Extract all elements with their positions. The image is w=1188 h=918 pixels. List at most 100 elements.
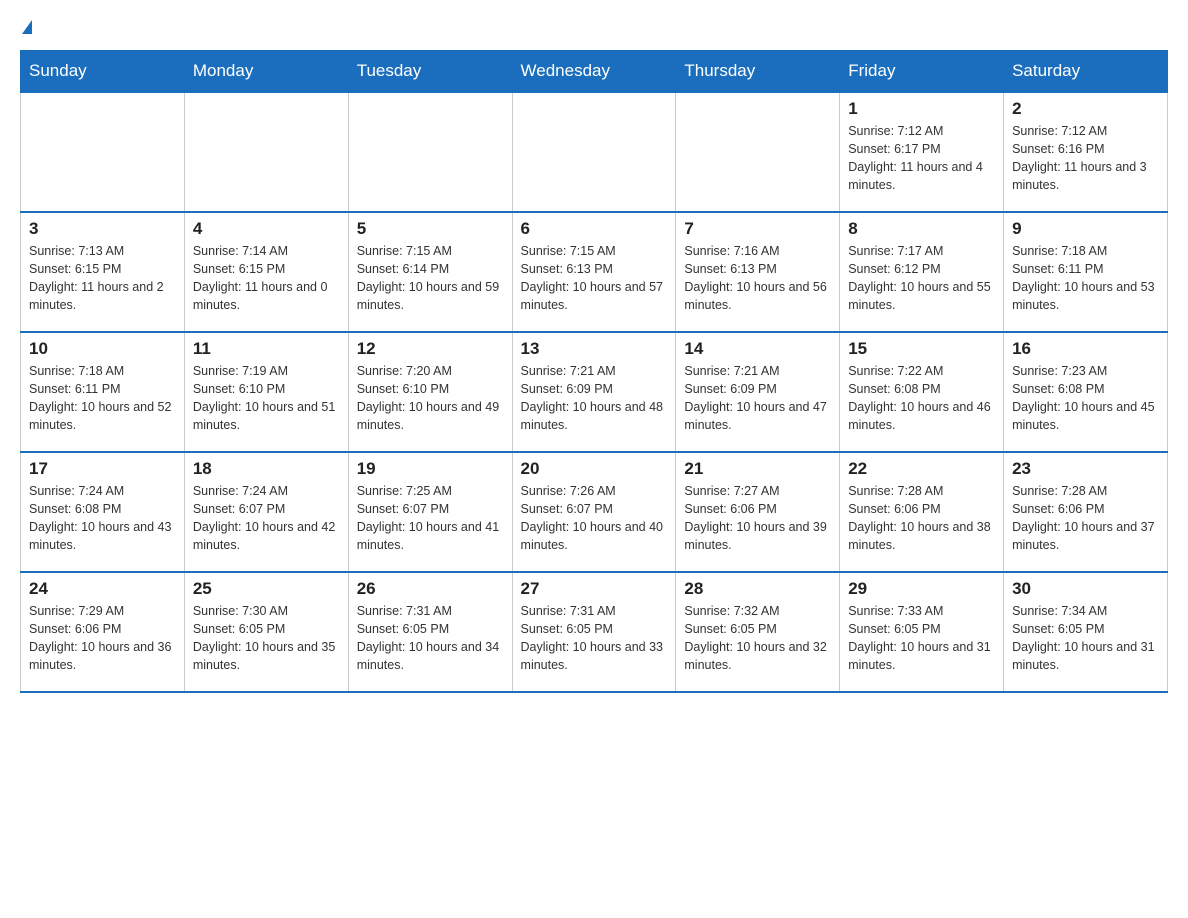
day-number: 6	[521, 219, 668, 239]
day-info: Sunrise: 7:20 AMSunset: 6:10 PMDaylight:…	[357, 362, 504, 435]
calendar-cell: 25 Sunrise: 7:30 AMSunset: 6:05 PMDayligh…	[184, 572, 348, 692]
calendar-cell: 1 Sunrise: 7:12 AMSunset: 6:17 PMDaylight…	[840, 92, 1004, 212]
day-number: 19	[357, 459, 504, 479]
day-info: Sunrise: 7:21 AMSunset: 6:09 PMDaylight:…	[521, 362, 668, 435]
day-info: Sunrise: 7:16 AMSunset: 6:13 PMDaylight:…	[684, 242, 831, 315]
week-row-4: 24 Sunrise: 7:29 AMSunset: 6:06 PMDayligh…	[21, 572, 1168, 692]
weekday-header-thursday: Thursday	[676, 51, 840, 93]
calendar-cell	[512, 92, 676, 212]
calendar-cell: 12 Sunrise: 7:20 AMSunset: 6:10 PMDayligh…	[348, 332, 512, 452]
calendar-cell	[348, 92, 512, 212]
day-number: 28	[684, 579, 831, 599]
calendar-cell: 13 Sunrise: 7:21 AMSunset: 6:09 PMDayligh…	[512, 332, 676, 452]
weekday-header-saturday: Saturday	[1004, 51, 1168, 93]
day-info: Sunrise: 7:28 AMSunset: 6:06 PMDaylight:…	[848, 482, 995, 555]
calendar-cell: 30 Sunrise: 7:34 AMSunset: 6:05 PMDayligh…	[1004, 572, 1168, 692]
calendar-cell: 8 Sunrise: 7:17 AMSunset: 6:12 PMDaylight…	[840, 212, 1004, 332]
day-number: 11	[193, 339, 340, 359]
day-info: Sunrise: 7:18 AMSunset: 6:11 PMDaylight:…	[29, 362, 176, 435]
calendar-cell	[21, 92, 185, 212]
day-number: 4	[193, 219, 340, 239]
calendar-cell: 17 Sunrise: 7:24 AMSunset: 6:08 PMDayligh…	[21, 452, 185, 572]
day-info: Sunrise: 7:12 AMSunset: 6:17 PMDaylight:…	[848, 122, 995, 195]
calendar-cell: 6 Sunrise: 7:15 AMSunset: 6:13 PMDaylight…	[512, 212, 676, 332]
day-info: Sunrise: 7:30 AMSunset: 6:05 PMDaylight:…	[193, 602, 340, 675]
day-number: 5	[357, 219, 504, 239]
calendar-cell: 7 Sunrise: 7:16 AMSunset: 6:13 PMDaylight…	[676, 212, 840, 332]
calendar-cell: 16 Sunrise: 7:23 AMSunset: 6:08 PMDayligh…	[1004, 332, 1168, 452]
calendar-cell: 4 Sunrise: 7:14 AMSunset: 6:15 PMDaylight…	[184, 212, 348, 332]
calendar-cell: 20Sunrise: 7:26 AMSunset: 6:07 PMDayligh…	[512, 452, 676, 572]
day-info: Sunrise: 7:19 AMSunset: 6:10 PMDaylight:…	[193, 362, 340, 435]
day-info: Sunrise: 7:25 AMSunset: 6:07 PMDaylight:…	[357, 482, 504, 555]
day-number: 13	[521, 339, 668, 359]
day-info: Sunrise: 7:29 AMSunset: 6:06 PMDaylight:…	[29, 602, 176, 675]
calendar-cell: 14Sunrise: 7:21 AMSunset: 6:09 PMDayligh…	[676, 332, 840, 452]
weekday-header-tuesday: Tuesday	[348, 51, 512, 93]
week-row-0: 1 Sunrise: 7:12 AMSunset: 6:17 PMDaylight…	[21, 92, 1168, 212]
calendar-cell: 5 Sunrise: 7:15 AMSunset: 6:14 PMDaylight…	[348, 212, 512, 332]
day-info: Sunrise: 7:27 AMSunset: 6:06 PMDaylight:…	[684, 482, 831, 555]
page-header	[20, 20, 1168, 34]
weekday-header-sunday: Sunday	[21, 51, 185, 93]
day-number: 27	[521, 579, 668, 599]
day-number: 26	[357, 579, 504, 599]
day-number: 22	[848, 459, 995, 479]
calendar-cell: 15Sunrise: 7:22 AMSunset: 6:08 PMDayligh…	[840, 332, 1004, 452]
day-info: Sunrise: 7:32 AMSunset: 6:05 PMDaylight:…	[684, 602, 831, 675]
calendar-cell	[676, 92, 840, 212]
week-row-1: 3Sunrise: 7:13 AMSunset: 6:15 PMDaylight…	[21, 212, 1168, 332]
logo-triangle-icon	[22, 20, 32, 34]
day-number: 9	[1012, 219, 1159, 239]
day-info: Sunrise: 7:26 AMSunset: 6:07 PMDaylight:…	[521, 482, 668, 555]
day-info: Sunrise: 7:31 AMSunset: 6:05 PMDaylight:…	[357, 602, 504, 675]
day-number: 2	[1012, 99, 1159, 119]
calendar-cell: 26 Sunrise: 7:31 AMSunset: 6:05 PMDayligh…	[348, 572, 512, 692]
day-number: 23	[1012, 459, 1159, 479]
weekday-header-monday: Monday	[184, 51, 348, 93]
weekday-header-row: SundayMondayTuesdayWednesdayThursdayFrid…	[21, 51, 1168, 93]
day-number: 8	[848, 219, 995, 239]
day-info: Sunrise: 7:15 AMSunset: 6:13 PMDaylight:…	[521, 242, 668, 315]
day-info: Sunrise: 7:33 AMSunset: 6:05 PMDaylight:…	[848, 602, 995, 675]
day-number: 12	[357, 339, 504, 359]
day-info: Sunrise: 7:24 AMSunset: 6:07 PMDaylight:…	[193, 482, 340, 555]
day-info: Sunrise: 7:34 AMSunset: 6:05 PMDaylight:…	[1012, 602, 1159, 675]
calendar-cell: 3Sunrise: 7:13 AMSunset: 6:15 PMDaylight…	[21, 212, 185, 332]
logo	[20, 20, 32, 34]
day-number: 3	[29, 219, 176, 239]
calendar-cell: 23Sunrise: 7:28 AMSunset: 6:06 PMDayligh…	[1004, 452, 1168, 572]
calendar-cell: 2Sunrise: 7:12 AMSunset: 6:16 PMDaylight…	[1004, 92, 1168, 212]
day-info: Sunrise: 7:15 AMSunset: 6:14 PMDaylight:…	[357, 242, 504, 315]
day-number: 29	[848, 579, 995, 599]
calendar-cell	[184, 92, 348, 212]
calendar-cell: 10 Sunrise: 7:18 AMSunset: 6:11 PMDayligh…	[21, 332, 185, 452]
day-info: Sunrise: 7:21 AMSunset: 6:09 PMDaylight:…	[684, 362, 831, 435]
day-info: Sunrise: 7:17 AMSunset: 6:12 PMDaylight:…	[848, 242, 995, 315]
day-info: Sunrise: 7:24 AMSunset: 6:08 PMDaylight:…	[29, 482, 176, 555]
day-info: Sunrise: 7:18 AMSunset: 6:11 PMDaylight:…	[1012, 242, 1159, 315]
day-number: 24	[29, 579, 176, 599]
day-info: Sunrise: 7:23 AMSunset: 6:08 PMDaylight:…	[1012, 362, 1159, 435]
day-number: 25	[193, 579, 340, 599]
calendar-cell: 21 Sunrise: 7:27 AMSunset: 6:06 PMDayligh…	[676, 452, 840, 572]
calendar-cell: 28 Sunrise: 7:32 AMSunset: 6:05 PMDayligh…	[676, 572, 840, 692]
calendar-cell: 27 Sunrise: 7:31 AMSunset: 6:05 PMDayligh…	[512, 572, 676, 692]
day-number: 18	[193, 459, 340, 479]
calendar-cell: 9 Sunrise: 7:18 AMSunset: 6:11 PMDaylight…	[1004, 212, 1168, 332]
calendar-cell: 18 Sunrise: 7:24 AMSunset: 6:07 PMDayligh…	[184, 452, 348, 572]
calendar-cell: 29 Sunrise: 7:33 AMSunset: 6:05 PMDayligh…	[840, 572, 1004, 692]
calendar-cell: 19 Sunrise: 7:25 AMSunset: 6:07 PMDayligh…	[348, 452, 512, 572]
day-number: 17	[29, 459, 176, 479]
day-number: 7	[684, 219, 831, 239]
calendar-cell: 22 Sunrise: 7:28 AMSunset: 6:06 PMDayligh…	[840, 452, 1004, 572]
day-number: 21	[684, 459, 831, 479]
calendar-table: SundayMondayTuesdayWednesdayThursdayFrid…	[20, 50, 1168, 693]
day-number: 1	[848, 99, 995, 119]
day-info: Sunrise: 7:14 AMSunset: 6:15 PMDaylight:…	[193, 242, 340, 315]
day-number: 15	[848, 339, 995, 359]
day-info: Sunrise: 7:31 AMSunset: 6:05 PMDaylight:…	[521, 602, 668, 675]
day-number: 30	[1012, 579, 1159, 599]
day-number: 10	[29, 339, 176, 359]
day-number: 16	[1012, 339, 1159, 359]
